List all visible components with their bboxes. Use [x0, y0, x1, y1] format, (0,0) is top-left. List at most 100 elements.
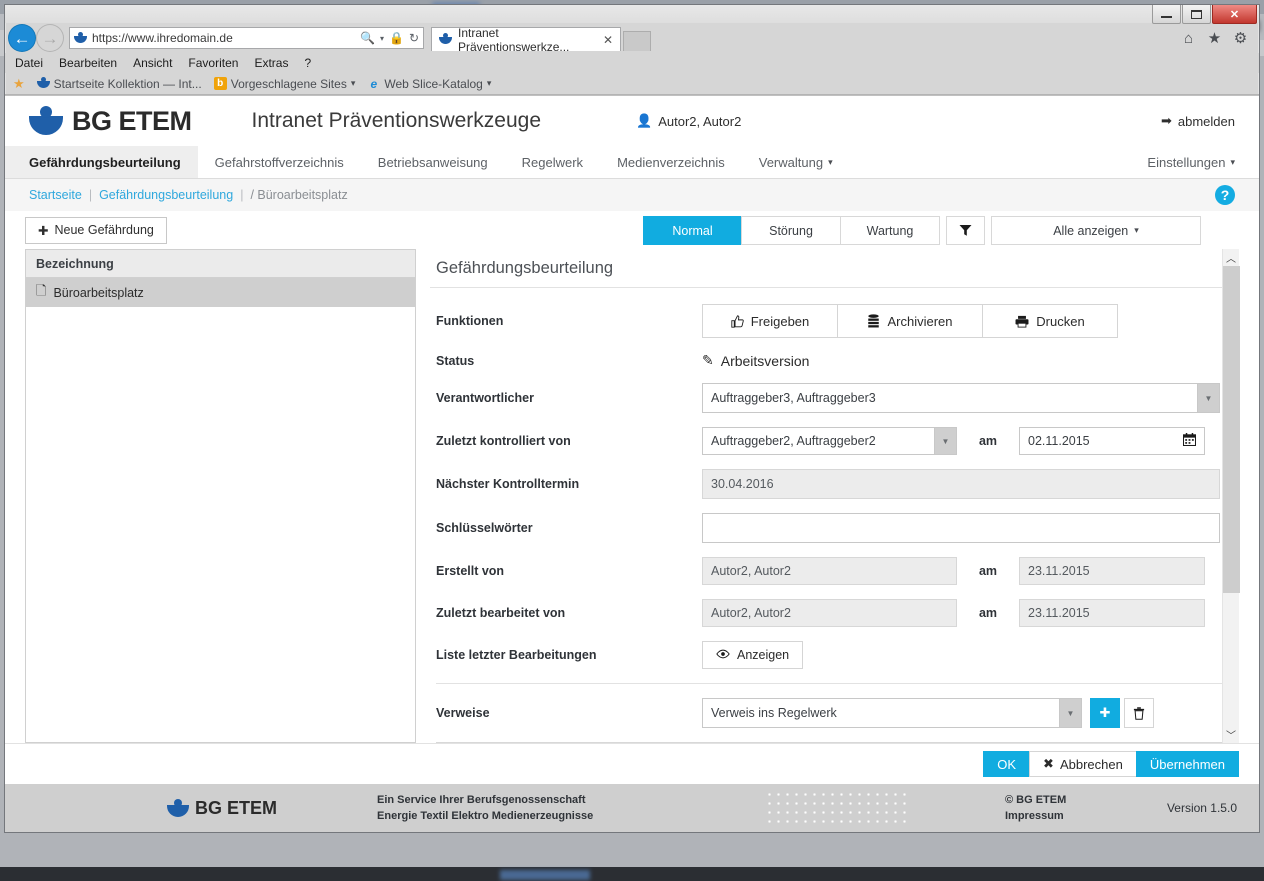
label-erstellt-von: Erstellt von: [430, 564, 702, 578]
breadcrumb-item-current: / Büroarbeitsplatz: [250, 188, 347, 202]
calendar-icon[interactable]: [1183, 433, 1196, 449]
browser-window: ✕ ← → https://www.ihredomain.de 🔍 ▾ 🔒 ↻ …: [4, 4, 1260, 833]
nav-spacer: [850, 146, 1131, 178]
home-icon[interactable]: ⌂: [1180, 30, 1197, 47]
segment-wartung[interactable]: Wartung: [840, 216, 940, 245]
close-icon: ✖: [1043, 756, 1054, 772]
schluesselwoerter-input[interactable]: [702, 513, 1220, 543]
main-navigation: Gefährdungsbeurteilung Gefahrstoffverzei…: [5, 146, 1259, 179]
favorite-web-slice-katalog[interactable]: e Web Slice-Katalog ▾: [367, 77, 491, 91]
nav-item-einstellungen[interactable]: Einstellungen ▾: [1130, 146, 1259, 178]
segment-normal[interactable]: Normal: [643, 216, 742, 245]
plus-icon: ✚: [1100, 705, 1111, 721]
logout-button[interactable]: ➡ abmelden: [1161, 113, 1235, 129]
list-column-header: Bezeichnung: [26, 250, 415, 278]
menu-item-bearbeiten[interactable]: Bearbeiten: [59, 56, 117, 70]
menu-item-extras[interactable]: Extras: [254, 56, 288, 70]
nav-item-regelwerk[interactable]: Regelwerk: [505, 146, 600, 178]
address-bar[interactable]: https://www.ihredomain.de 🔍 ▾ 🔒 ↻: [69, 27, 424, 49]
scrollbar-thumb[interactable]: [1223, 266, 1240, 593]
nav-item-verwaltung[interactable]: Verwaltung ▾: [742, 146, 850, 178]
favorite-label: Web Slice-Katalog: [384, 77, 483, 91]
chevron-down-icon[interactable]: ▾: [351, 78, 356, 89]
footer-dot-pattern: [765, 790, 911, 826]
tab-favicon-icon: [439, 33, 452, 46]
detail-form: Funktionen Freigeben: [430, 288, 1222, 743]
menu-item-help[interactable]: ?: [304, 56, 311, 70]
breadcrumb-item-gefaehrdungsbeurteilung[interactable]: Gefährdungsbeurteilung: [99, 188, 233, 202]
segment-stoerung[interactable]: Störung: [741, 216, 841, 245]
maximize-button[interactable]: [1182, 5, 1211, 24]
browser-titlebar: ✕: [5, 5, 1259, 23]
bg-etem-logo-icon: [29, 106, 63, 136]
ok-button[interactable]: OK: [983, 751, 1030, 777]
page-viewport: BG ETEM Intranet Präventionswerkzeuge 👤 …: [5, 95, 1259, 832]
chevron-down-icon[interactable]: ▼: [934, 428, 956, 454]
new-hazard-button[interactable]: ✚ Neue Gefährdung: [25, 217, 167, 244]
browser-tab[interactable]: Intranet Präventionswerkze... ✕: [431, 27, 621, 51]
favorites-star-icon[interactable]: ★: [1206, 30, 1223, 47]
drucken-button[interactable]: Drucken: [982, 304, 1118, 338]
menu-item-ansicht[interactable]: Ansicht: [133, 56, 172, 70]
label-liste-letzter-bearbeitungen: Liste letzter Bearbeitungen: [430, 648, 702, 662]
search-icon[interactable]: 🔍: [360, 31, 375, 45]
label-funktionen: Funktionen: [430, 314, 702, 328]
verweise-select[interactable]: Verweis ins Regelwerk ▼: [702, 698, 1082, 728]
scroll-up-icon[interactable]: ︿: [1223, 249, 1240, 266]
cancel-label: Abbrechen: [1060, 757, 1123, 772]
anzeigen-button[interactable]: Anzeigen: [702, 641, 803, 669]
menu-item-favoriten[interactable]: Favoriten: [188, 56, 238, 70]
logout-icon: ➡: [1161, 113, 1172, 129]
footer-logo: BG ETEM: [167, 798, 277, 819]
chevron-down-icon[interactable]: ▾: [487, 78, 492, 89]
minimize-button[interactable]: [1152, 5, 1181, 24]
add-favorite-icon[interactable]: ★: [13, 76, 25, 92]
new-tab-button[interactable]: [623, 31, 651, 51]
footer-copyright: © BG ETEM: [1005, 792, 1066, 808]
drucken-label: Drucken: [1036, 314, 1084, 329]
gear-icon[interactable]: ⚙: [1232, 30, 1249, 47]
filter-icon[interactable]: [946, 216, 985, 245]
zuletzt-kontrolliert-select[interactable]: Auftraggeber2, Auftraggeber2 ▼: [702, 427, 957, 455]
close-icon[interactable]: ✕: [603, 33, 613, 47]
help-icon[interactable]: ?: [1215, 185, 1235, 205]
nav-item-gefaehrdungsbeurteilung[interactable]: Gefährdungsbeurteilung: [5, 146, 198, 178]
scroll-down-icon[interactable]: ﹀: [1223, 726, 1240, 743]
add-reference-button[interactable]: ✚: [1090, 698, 1120, 728]
apply-button[interactable]: Übernehmen: [1136, 751, 1239, 777]
form-row-verweise: Verweise Verweis ins Regelwerk ▼ ✚: [430, 698, 1222, 728]
favorite-vorgeschlagene-sites[interactable]: b Vorgeschlagene Sites ▾: [214, 77, 356, 91]
detail-scrollbar[interactable]: ︿ ﹀: [1222, 249, 1239, 743]
footer-imprint-link[interactable]: Impressum: [1005, 808, 1066, 824]
form-row-zuletzt-kontrolliert: Zuletzt kontrolliert von Auftraggeber2, …: [430, 427, 1222, 455]
user-name: Autor2, Autor2: [658, 114, 741, 129]
nav-item-medienverzeichnis[interactable]: Medienverzeichnis: [600, 146, 742, 178]
refresh-icon[interactable]: ↻: [409, 31, 419, 45]
scrollbar-track[interactable]: [1223, 266, 1240, 726]
zuletzt-kontrolliert-date-input[interactable]: 02.11.2015: [1019, 427, 1205, 455]
chevron-down-icon[interactable]: ▼: [1059, 699, 1081, 727]
cancel-button[interactable]: ✖ Abbrechen: [1029, 751, 1137, 777]
show-all-dropdown[interactable]: Alle anzeigen ▾: [991, 216, 1201, 245]
nav-item-betriebsanweisung[interactable]: Betriebsanweisung: [361, 146, 505, 178]
archivieren-button[interactable]: Archivieren: [837, 304, 983, 338]
search-dropdown-icon[interactable]: ▾: [380, 34, 384, 43]
footer-version: Version 1.5.0: [1167, 801, 1237, 815]
tab-strip: Intranet Präventionswerkze... ✕: [431, 25, 651, 51]
freigeben-button[interactable]: Freigeben: [702, 304, 838, 338]
eye-icon: [716, 648, 730, 662]
delete-reference-button[interactable]: [1124, 698, 1154, 728]
date-value: 02.11.2015: [1028, 434, 1090, 448]
favorite-startseite[interactable]: Startseite Kollektion — Int...: [37, 77, 202, 91]
label-am: am: [957, 564, 1019, 578]
nav-item-gefahrstoffverzeichnis[interactable]: Gefahrstoffverzeichnis: [198, 146, 361, 178]
close-button[interactable]: ✕: [1212, 5, 1257, 24]
breadcrumb-item-startseite[interactable]: Startseite: [29, 188, 82, 202]
form-row-liste-letzter-bearbeitungen: Liste letzter Bearbeitungen: [430, 641, 1222, 669]
verantwortlicher-select[interactable]: Auftraggeber3, Auftraggeber3 ▼: [702, 383, 1220, 413]
back-arrow-icon[interactable]: ←: [9, 25, 35, 51]
list-item[interactable]: 🗋 Büroarbeitsplatz: [26, 278, 415, 307]
forward-arrow-icon[interactable]: →: [37, 25, 63, 51]
chevron-down-icon[interactable]: ▼: [1197, 384, 1219, 412]
menu-item-datei[interactable]: Datei: [15, 56, 43, 70]
